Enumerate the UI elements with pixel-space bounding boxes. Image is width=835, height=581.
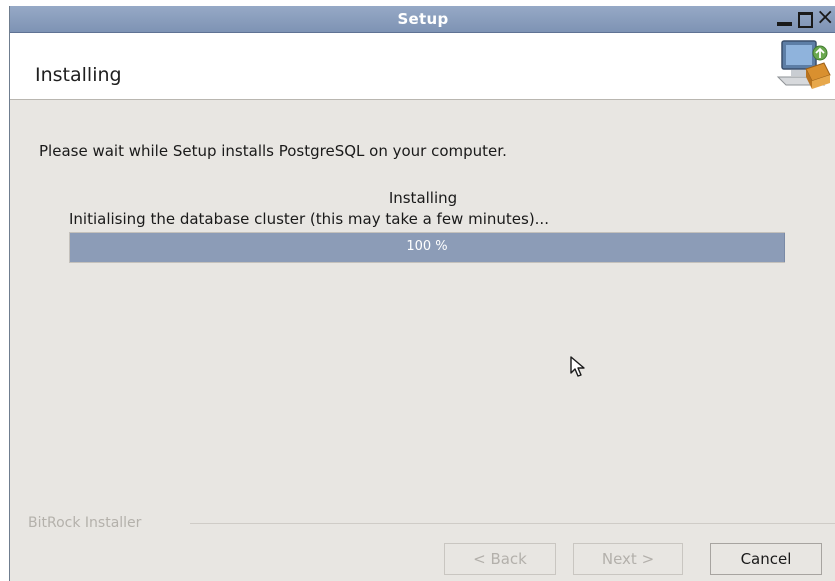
minimize-button[interactable] [774,9,794,29]
back-button[interactable]: < Back [444,543,556,575]
mouse-cursor-icon [569,355,587,383]
status-detail: Initialising the database cluster (this … [69,210,549,228]
window-controls: × [773,5,835,30]
header-band: Installing [10,33,835,100]
close-icon: × [816,5,835,30]
window-title: Setup [397,10,449,28]
minimize-icon [777,22,792,26]
close-button[interactable]: × [816,5,835,30]
footer-divider [190,523,835,524]
setup-window: Setup × Installing Please wait while Set… [9,5,835,581]
page-title: Installing [35,64,122,86]
progress-label: 100 % [406,239,448,254]
title-bar[interactable]: Setup × [10,5,835,33]
progress-bar: 100 % [69,232,785,263]
status-title: Installing [388,189,458,207]
maximize-button[interactable] [795,9,815,29]
installer-brand: BitRock Installer [28,515,142,531]
installer-computer-icon [776,35,832,97]
content-area: Please wait while Setup installs Postgre… [10,100,835,500]
maximize-icon [798,12,813,28]
cancel-button[interactable]: Cancel [710,543,822,575]
intro-text: Please wait while Setup installs Postgre… [39,142,507,160]
next-button[interactable]: Next > [573,543,683,575]
